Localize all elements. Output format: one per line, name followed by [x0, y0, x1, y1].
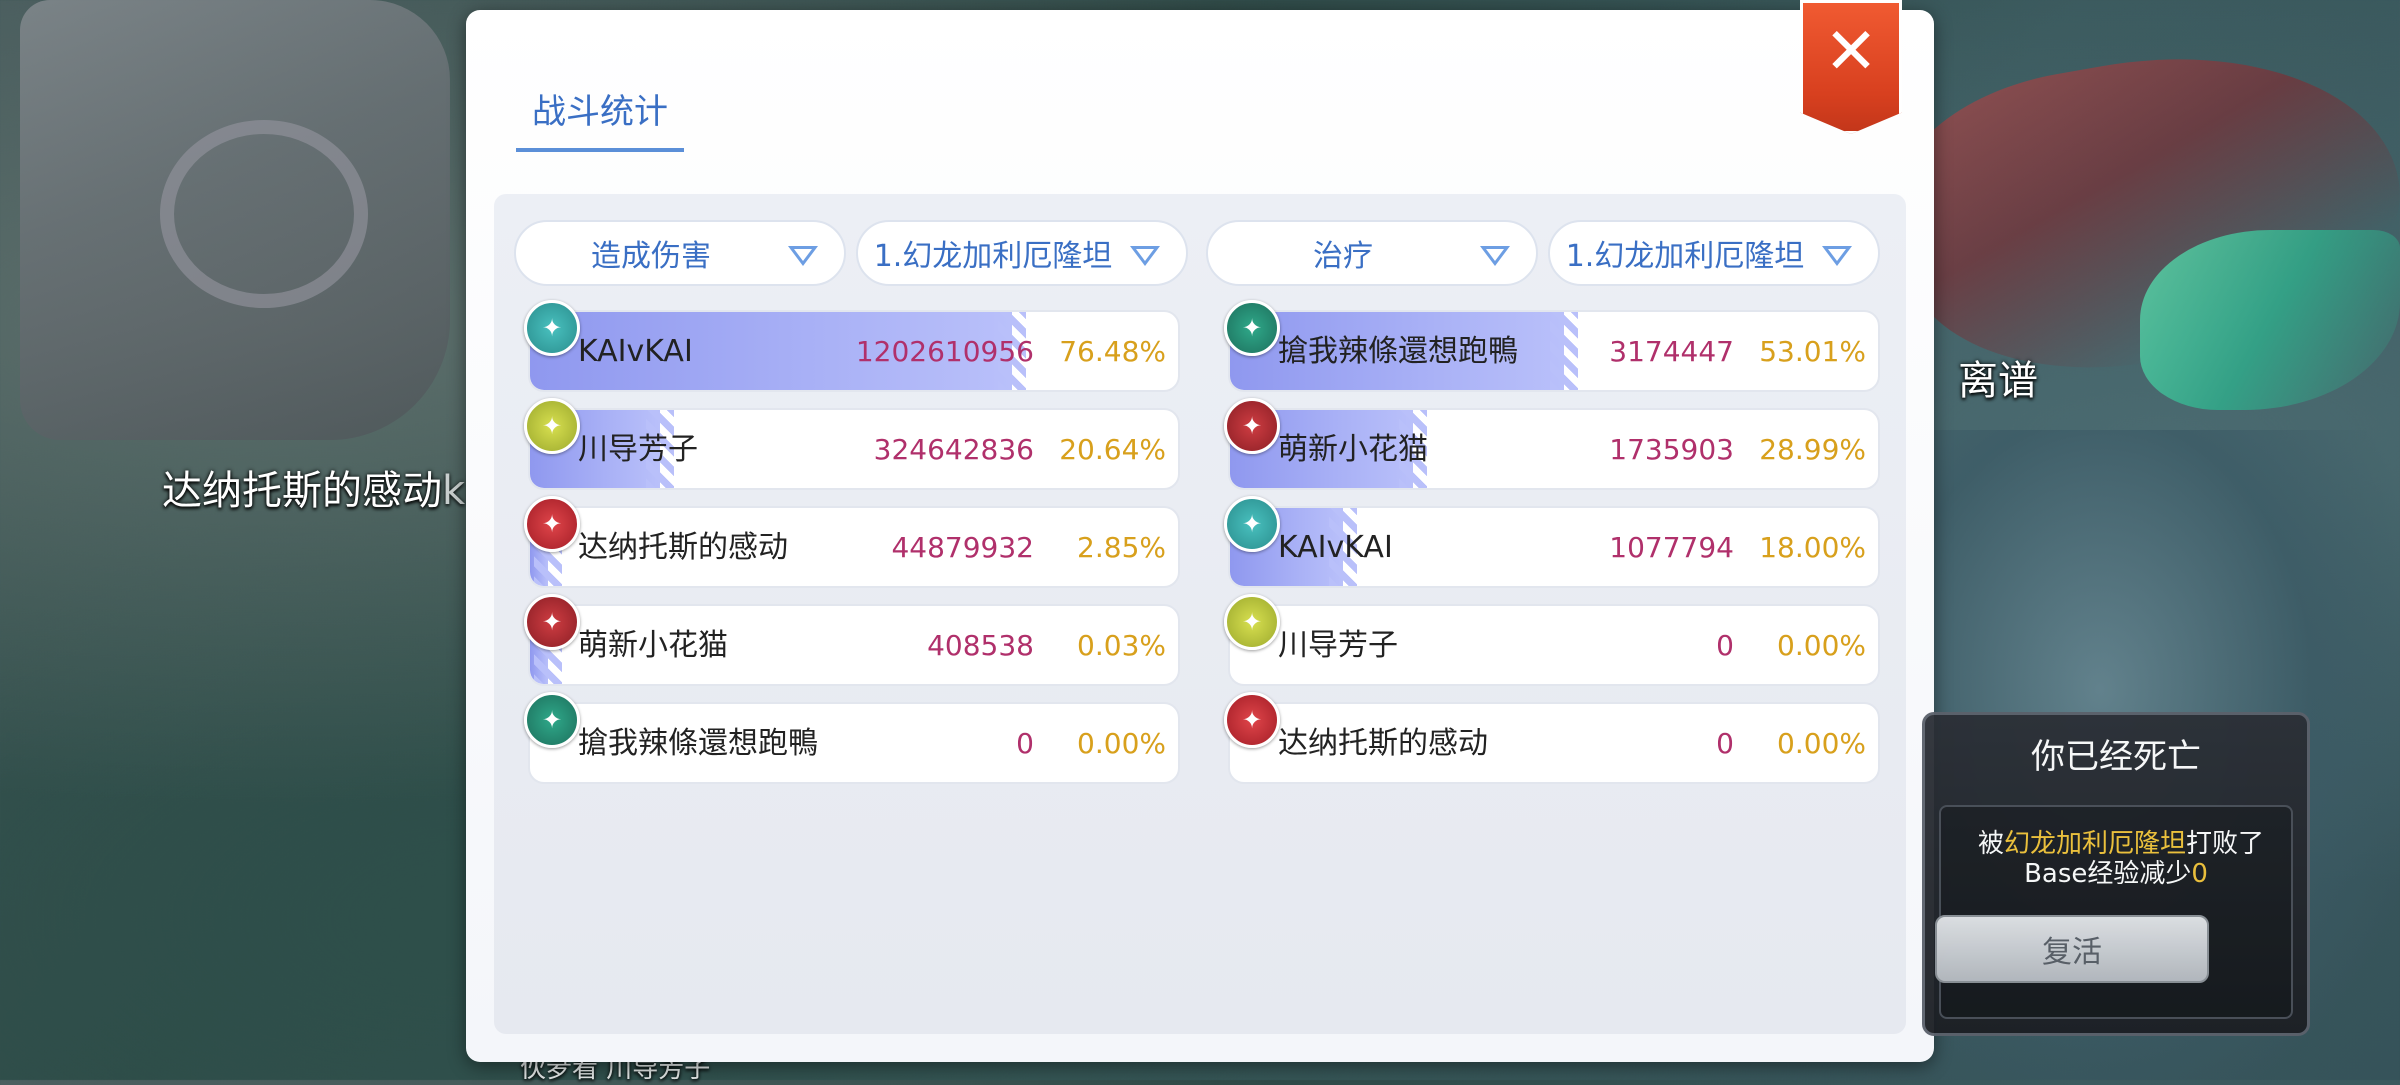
table-row: KAIvKAI 1202610956 76.48% [528, 310, 1180, 392]
table-row: 达纳托斯的感动 0 0.00% [1228, 702, 1880, 784]
player-name: 萌新小花猫 [1278, 432, 1428, 467]
stat-value: 1202610956 [855, 335, 1034, 368]
dropdown-label: 造成伤害 [591, 239, 711, 274]
exp-loss-message: Base经验减少0 [2024, 859, 2208, 889]
table-row: 萌新小花猫 1735903 28.99% [1228, 408, 1880, 490]
close-button[interactable]: ✕ [1800, 0, 1902, 134]
stat-percent: 76.48% [1059, 335, 1166, 368]
table-row: 达纳托斯的感动 44879932 2.85% [528, 506, 1180, 588]
class-emblem-icon: ✦ [1224, 692, 1280, 748]
player-name: KAIvKAI [1278, 530, 1393, 565]
table-row: KAIvKAI 1077794 18.00% [1228, 506, 1880, 588]
player-name: 达纳托斯的感动 [1278, 726, 1488, 761]
stat-value: 0 [1016, 727, 1034, 760]
table-row: 川导芳子 0 0.00% [1228, 604, 1880, 686]
player-name: 萌新小花猫 [578, 628, 728, 663]
stat-value: 1735903 [1609, 433, 1734, 466]
revive-button[interactable]: 复活 [1935, 915, 2209, 983]
close-icon: ✕ [1824, 15, 1878, 89]
stat-value: 3174447 [1609, 335, 1734, 368]
background-wing [2140, 230, 2400, 410]
table-row: 萌新小花猫 408538 0.03% [528, 604, 1180, 686]
right-category-dropdown[interactable]: 治疗 [1206, 220, 1538, 286]
player-name: 搶我辣條還想跑鴨 [578, 726, 818, 761]
class-emblem-icon: ✦ [1224, 496, 1280, 552]
class-emblem-icon: ✦ [1224, 300, 1280, 356]
stat-value: 0 [1716, 629, 1734, 662]
player-name: 川导芳子 [578, 432, 698, 467]
stat-percent: 53.01% [1759, 335, 1866, 368]
stat-value: 408538 [927, 629, 1034, 662]
class-emblem-icon: ✦ [524, 300, 580, 356]
dropdown-label: 1.幻龙加利厄隆坦 [873, 239, 1113, 274]
left-category-dropdown[interactable]: 造成伤害 [514, 220, 846, 286]
stat-value: 0 [1716, 727, 1734, 760]
tab-battle-stats[interactable]: 战斗统计 [516, 76, 684, 152]
table-row: 川导芳子 324642836 20.64% [528, 408, 1180, 490]
stat-percent: 0.00% [1777, 629, 1866, 662]
stat-percent: 18.00% [1759, 531, 1866, 564]
class-emblem-icon: ✦ [1224, 594, 1280, 650]
class-emblem-icon: ✦ [524, 692, 580, 748]
dropdown-label: 1.幻龙加利厄隆坦 [1565, 239, 1805, 274]
table-row: 搶我辣條還想跑鴨 3174447 53.01% [1228, 310, 1880, 392]
right-target-dropdown[interactable]: 1.幻龙加利厄隆坦 [1548, 220, 1880, 286]
dropdown-label: 治疗 [1313, 239, 1373, 274]
stat-percent: 0.00% [1777, 727, 1866, 760]
stat-value: 324642836 [873, 433, 1034, 466]
stat-value: 1077794 [1609, 531, 1734, 564]
stats-area: 造成伤害 1.幻龙加利厄隆坦 治疗 1.幻龙加利厄隆坦 KAIvKAI 12026… [494, 194, 1906, 1034]
class-emblem-icon: ✦ [1224, 398, 1280, 454]
player-name: 川导芳子 [1278, 628, 1398, 663]
player-name: 搶我辣條還想跑鴨 [1278, 334, 1518, 369]
dropdown-arrow-icon [1480, 246, 1510, 266]
class-emblem-icon: ✦ [524, 496, 580, 552]
background-ornament [160, 120, 368, 308]
death-title: 你已经死亡 [2031, 737, 2201, 777]
stat-percent: 2.85% [1077, 531, 1166, 564]
class-emblem-icon: ✦ [524, 398, 580, 454]
class-emblem-icon: ✦ [524, 594, 580, 650]
player-name: KAIvKAI [578, 334, 693, 369]
player-name-label-right: 离谱 [1958, 358, 2038, 404]
stat-percent: 20.64% [1059, 433, 1166, 466]
player-name: 达纳托斯的感动 [578, 530, 788, 565]
stat-percent: 0.00% [1077, 727, 1166, 760]
stat-percent: 28.99% [1759, 433, 1866, 466]
stat-percent: 0.03% [1077, 629, 1166, 662]
table-row: 搶我辣條還想跑鴨 0 0.00% [528, 702, 1180, 784]
death-notice: 你已经死亡 被幻龙加利厄隆坦打败了 Base经验减少0 复活 [1922, 712, 2310, 1036]
dropdown-arrow-icon [1130, 246, 1160, 266]
battle-stats-panel: 战斗统计 ✕ 造成伤害 1.幻龙加利厄隆坦 治疗 1.幻龙加利厄隆坦 KAIvK… [466, 0, 1934, 1062]
left-target-dropdown[interactable]: 1.幻龙加利厄隆坦 [856, 220, 1188, 286]
dropdown-arrow-icon [1822, 246, 1852, 266]
stat-value: 44879932 [891, 531, 1034, 564]
dropdown-arrow-icon [788, 246, 818, 266]
